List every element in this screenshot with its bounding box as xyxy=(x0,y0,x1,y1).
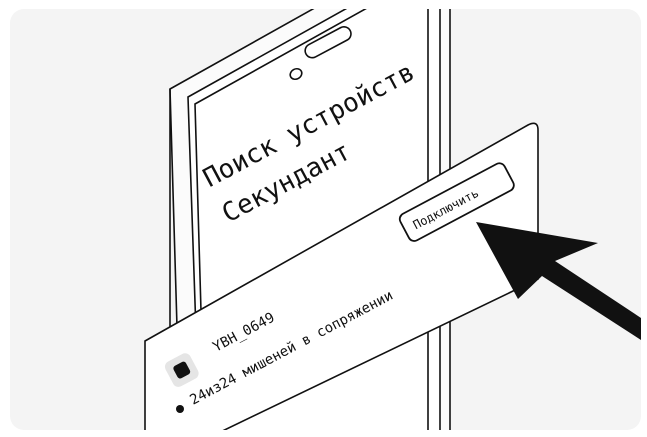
status-dot xyxy=(176,405,184,413)
onboarding-illustration: Поиск устройств Секундант Подключить YBH… xyxy=(144,9,641,430)
illustration-panel: Поиск устройств Секундант Подключить YBH… xyxy=(10,9,641,430)
